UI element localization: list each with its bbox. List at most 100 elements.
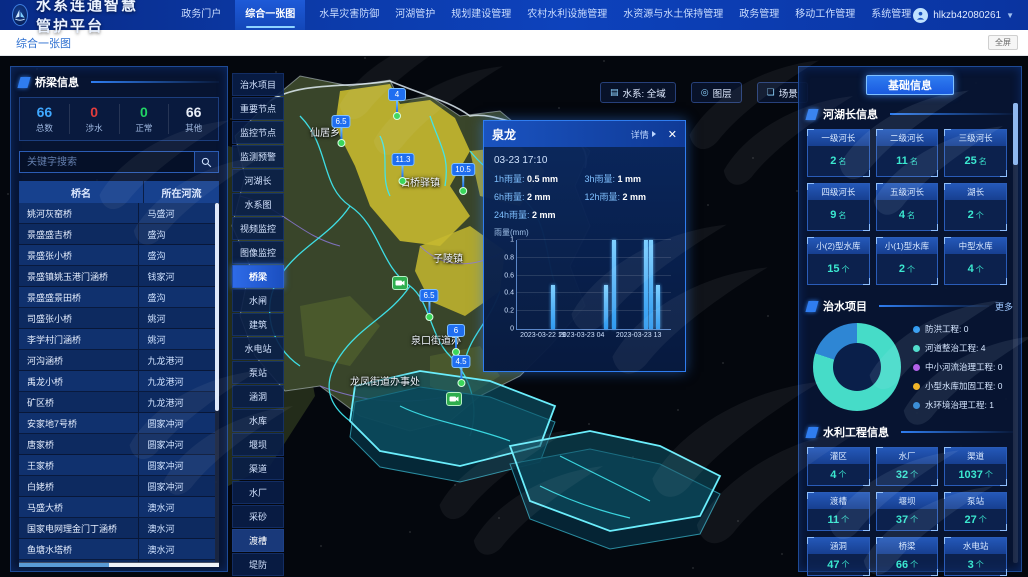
scroll-thumb[interactable] bbox=[1013, 103, 1018, 165]
more-link[interactable]: 更多 bbox=[995, 300, 1013, 313]
layer-item-视频监控[interactable]: 视频监控 bbox=[232, 217, 284, 240]
info-card[interactable]: 小(1)型水库2个 bbox=[876, 237, 939, 285]
layer-item-堰坝[interactable]: 堰坝 bbox=[232, 433, 284, 456]
table-row[interactable]: 白姥桥圆家冲河 bbox=[19, 476, 215, 497]
info-card[interactable]: 二级河长11名 bbox=[876, 129, 939, 177]
table-row[interactable]: 矿区桥九龙港河 bbox=[19, 392, 215, 413]
layer-item-渠道[interactable]: 渠道 bbox=[232, 457, 284, 480]
map-control-water-system-icon[interactable]: ▤水系: 全域 bbox=[600, 82, 676, 103]
table-row[interactable]: 禹龙小桥九龙港河 bbox=[19, 371, 215, 392]
nav-item-5[interactable]: 农村水利设施管理 bbox=[525, 0, 609, 30]
info-card[interactable]: 渡槽11个 bbox=[807, 492, 870, 531]
camera-icon[interactable] bbox=[446, 392, 462, 406]
info-card[interactable]: 渠道1037个 bbox=[944, 447, 1007, 486]
table-vscrollbar[interactable] bbox=[215, 203, 219, 562]
water-level-marker[interactable]: 11.3 bbox=[392, 153, 415, 185]
info-card[interactable]: 五级河长4名 bbox=[876, 183, 939, 231]
info-card[interactable]: 堰坝37个 bbox=[876, 492, 939, 531]
layer-item-水库[interactable]: 水库 bbox=[232, 409, 284, 432]
table-row[interactable]: 景盛张小桥盛沟 bbox=[19, 245, 215, 266]
tab-basic-info[interactable]: 基础信息 bbox=[866, 75, 954, 95]
nav-item-3[interactable]: 河湖管护 bbox=[393, 0, 437, 30]
search-icon[interactable] bbox=[194, 152, 218, 172]
info-card[interactable]: 水厂32个 bbox=[876, 447, 939, 486]
section-marker-icon bbox=[805, 109, 818, 120]
close-icon[interactable]: ✕ bbox=[668, 128, 677, 141]
layer-item-采砂[interactable]: 采砂 bbox=[232, 505, 284, 528]
fullscreen-button[interactable]: 全屏 bbox=[988, 35, 1018, 50]
rain-bar[interactable] bbox=[644, 240, 648, 329]
layer-item-渡槽[interactable]: 渡槽 bbox=[232, 529, 284, 552]
table-row[interactable]: 马盛大桥澳水河 bbox=[19, 497, 215, 518]
table-row[interactable]: 安家地7号桥圆家冲河 bbox=[19, 413, 215, 434]
info-card[interactable]: 涵洞47个 bbox=[807, 537, 870, 576]
info-card[interactable]: 小(2)型水库15个 bbox=[807, 237, 870, 285]
map-control-layers-icon[interactable]: ◎图层 bbox=[691, 82, 742, 103]
layer-item-监控节点[interactable]: 监控节点 bbox=[232, 121, 284, 144]
nav-item-1[interactable]: 综合一张图 bbox=[235, 0, 305, 30]
nav-item-0[interactable]: 政务门户 bbox=[179, 0, 223, 30]
water-level-marker[interactable]: 4.5 bbox=[451, 355, 470, 387]
table-row[interactable]: 唐家桥圆家冲河 bbox=[19, 434, 215, 455]
layer-item-涵洞[interactable]: 涵洞 bbox=[232, 385, 284, 408]
layer-item-堤防[interactable]: 堤防 bbox=[232, 553, 284, 576]
layer-item-水厂[interactable]: 水厂 bbox=[232, 481, 284, 504]
layer-item-建筑[interactable]: 建筑 bbox=[232, 313, 284, 336]
layer-item-水闸[interactable]: 水闸 bbox=[232, 289, 284, 312]
panel-scrollbar[interactable] bbox=[1013, 103, 1018, 563]
table-row[interactable]: 司盛张小桥姚河 bbox=[19, 308, 215, 329]
nav-item-8[interactable]: 移动工作管理 bbox=[793, 0, 857, 30]
table-row[interactable]: 姚河灰窑桥马盛河 bbox=[19, 203, 215, 224]
table-row[interactable]: 李学村门涵桥姚河 bbox=[19, 329, 215, 350]
table-hscrollbar[interactable] bbox=[19, 563, 219, 567]
rain-bar[interactable] bbox=[551, 285, 555, 330]
info-card[interactable]: 中型水库4个 bbox=[944, 237, 1007, 285]
water-level-marker[interactable]: 10.5 bbox=[451, 163, 475, 195]
info-card[interactable]: 水电站3个 bbox=[944, 537, 1007, 576]
table-row[interactable]: 河沟涵桥九龙港河 bbox=[19, 350, 215, 371]
nav-item-9[interactable]: 系统管理 bbox=[869, 0, 913, 30]
table-row[interactable]: 王家桥圆家冲河 bbox=[19, 455, 215, 476]
user-menu[interactable]: hlkzb42080261 ▼ bbox=[913, 8, 1028, 23]
table-row[interactable]: 鱼塘水塔桥澳水河 bbox=[19, 539, 215, 560]
table-row[interactable]: 国家电网理金门丁涵桥澳水河 bbox=[19, 518, 215, 539]
layer-item-重要节点[interactable]: 重要节点 bbox=[232, 97, 284, 120]
layer-item-治水项目[interactable]: 治水项目 bbox=[232, 73, 284, 96]
nav-item-7[interactable]: 政务管理 bbox=[737, 0, 781, 30]
table-row[interactable]: 景盛盛景田桥盛沟 bbox=[19, 287, 215, 308]
nav-item-6[interactable]: 水资源与水土保持管理 bbox=[621, 0, 725, 30]
water-level-marker[interactable]: 6 bbox=[447, 324, 465, 356]
breadcrumb[interactable]: 综合一张图 bbox=[16, 35, 71, 51]
info-card[interactable]: 泵站27个 bbox=[944, 492, 1007, 531]
info-card[interactable]: 三级河长25名 bbox=[944, 129, 1007, 177]
detail-link[interactable]: 详情 bbox=[631, 128, 656, 141]
layer-item-桥梁[interactable]: 桥梁 bbox=[232, 265, 284, 288]
info-card[interactable]: 四级河长9名 bbox=[807, 183, 870, 231]
table-row[interactable]: 景盛盛吉桥盛沟 bbox=[19, 224, 215, 245]
layer-item-泵站[interactable]: 泵站 bbox=[232, 361, 284, 384]
scroll-thumb[interactable] bbox=[19, 563, 109, 567]
layer-item-图像监控[interactable]: 图像监控 bbox=[232, 241, 284, 264]
nav-item-2[interactable]: 水旱灾害防御 bbox=[317, 0, 381, 30]
water-level-marker[interactable]: 6.5 bbox=[331, 115, 350, 147]
water-level-marker[interactable]: 4 bbox=[388, 88, 406, 120]
info-card[interactable]: 桥梁66个 bbox=[876, 537, 939, 576]
rain-bar[interactable] bbox=[612, 240, 616, 329]
scroll-thumb[interactable] bbox=[215, 203, 219, 411]
layer-item-河湖长[interactable]: 河湖长 bbox=[232, 169, 284, 192]
rain-bar[interactable] bbox=[604, 285, 608, 330]
nav-item-4[interactable]: 规划建设管理 bbox=[449, 0, 513, 30]
rain-bar[interactable] bbox=[656, 285, 660, 330]
rain-bar[interactable] bbox=[649, 240, 653, 329]
search-input[interactable] bbox=[20, 152, 194, 172]
info-card[interactable]: 灌区4个 bbox=[807, 447, 870, 486]
water-level-marker[interactable]: 6.5 bbox=[419, 289, 438, 321]
table-row[interactable]: 临泉5河堤涵桥澳水河 bbox=[19, 560, 215, 562]
layer-item-水电站[interactable]: 水电站 bbox=[232, 337, 284, 360]
layer-item-监测预警[interactable]: 监测预警 bbox=[232, 145, 284, 168]
camera-icon[interactable] bbox=[392, 276, 408, 290]
info-card[interactable]: 一级河长2名 bbox=[807, 129, 870, 177]
info-card[interactable]: 湖长2个 bbox=[944, 183, 1007, 231]
table-row[interactable]: 景盛镇姚玉港门涵桥钱家河 bbox=[19, 266, 215, 287]
layer-item-水系图[interactable]: 水系图 bbox=[232, 193, 284, 216]
